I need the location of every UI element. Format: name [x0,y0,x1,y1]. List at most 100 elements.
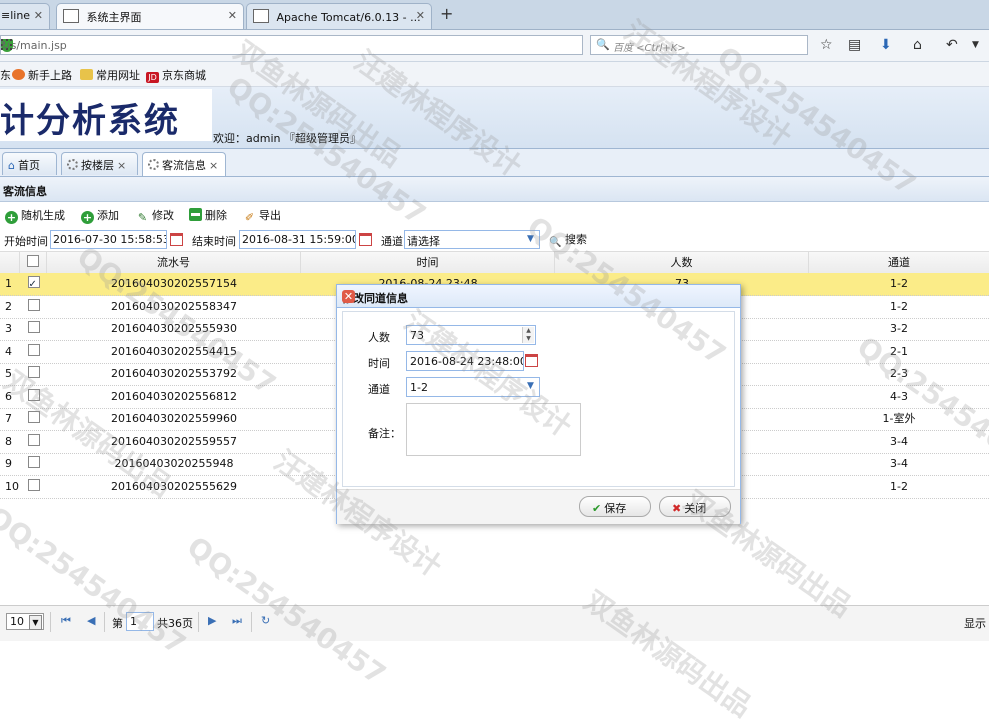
channel-select[interactable]: 1-2 ▼ [406,377,540,397]
time-input[interactable]: 2016-08-24 23:48:00 [406,351,524,371]
row-select-checkbox[interactable] [27,298,40,311]
channel-value: 1-2 [410,381,428,394]
app-tabs: ⌂ 首页 按楼层 × 客流信息 × [0,149,989,177]
start-time-input[interactable]: 2016-07-30 15:58:53 [50,230,167,249]
export-button[interactable]: ✐ 导出 [243,207,281,224]
address-bar[interactable]: fss/main.jsp ↻ [0,35,583,55]
divider [50,612,51,632]
reload-icon[interactable]: ↻ [1,39,10,52]
close-icon[interactable]: ✕ [342,290,355,303]
chevron-down-icon[interactable]: ▼ [523,379,538,394]
header-time[interactable]: 时间 [301,252,555,274]
home-icon[interactable]: ⌂ [913,37,922,53]
bookmark-newbie[interactable]: 新手上路 [12,67,72,83]
panel-header: 客流信息 [0,177,989,202]
browser-tab-2[interactable]: 系统主界面 ✕ [56,3,244,29]
row-checkbox[interactable] [20,363,47,385]
chevron-down-icon[interactable]: ▼ [29,615,42,630]
header-people[interactable]: 人数 [555,252,809,274]
app-header: 计分析系统 欢迎：admin 『超级管理员』 [0,87,989,149]
row-checkbox[interactable] [20,476,47,498]
last-page-icon[interactable]: ⏭ [232,614,242,628]
spinner-icon[interactable]: ▲ ▼ [522,327,534,343]
channel-select[interactable]: 请选择 ▼ [404,230,540,249]
row-select-checkbox[interactable] [27,478,40,491]
page-number-input[interactable]: 1 [126,612,154,631]
row-checkbox[interactable] [20,408,47,430]
bookmark-prefix[interactable]: 东 [0,67,11,83]
row-checkbox[interactable] [20,296,47,318]
browser-tab-3[interactable]: Apache Tomcat/6.0.13 - ... ✕ [246,3,432,29]
random-generate-button[interactable]: + 随机生成 [5,207,65,224]
tab-home[interactable]: ⌂ 首页 [2,152,57,175]
close-icon[interactable]: × [209,159,218,172]
row-checkbox[interactable] [20,318,47,340]
row-select-checkbox[interactable] [27,321,40,333]
chevron-down-icon[interactable]: ▼ [972,40,979,50]
cross-icon: ✖ [672,502,682,515]
row-checkbox[interactable] [20,453,47,475]
end-time-input[interactable]: 2016-08-31 15:59:00 [239,230,356,249]
search-input[interactable]: 🔍 百度 <Ctrl+K> [590,35,808,55]
close-icon[interactable]: ✕ [34,9,43,22]
refresh-icon[interactable]: ↻ [261,614,270,627]
browser-nav-bar: fss/main.jsp ↻ 🔍 百度 <Ctrl+K> ☆ ▤ ⬇ ⌂ ↶ ▼ [0,30,989,62]
bookmark-common[interactable]: 常用网址 [80,67,140,83]
new-tab-icon[interactable]: + [440,4,453,23]
bookmarks-bar: 东 新手上路 常用网址 JD 京东商城 [0,62,989,87]
search-button[interactable]: 🔍 搜索 [549,231,587,249]
calendar-icon[interactable] [168,230,184,247]
header-checkbox[interactable] [20,252,47,274]
page-size-select[interactable]: 10 ▼ [6,613,44,630]
close-icon[interactable]: ✕ [228,9,237,22]
row-checkbox[interactable] [20,386,47,408]
tab-by-floor[interactable]: 按楼层 × [61,152,138,175]
start-time-label: 开始时间 [4,235,48,248]
reading-list-icon[interactable]: ▤ [848,37,861,53]
add-button[interactable]: + 添加 [81,207,119,224]
pencil-icon: ✎ [137,211,148,224]
row-select-checkbox[interactable] [27,433,40,446]
row-select-checkbox[interactable] [27,456,40,468]
delete-button[interactable]: 删除 [189,207,227,223]
download-icon[interactable]: ⬇ [880,37,892,53]
row-select-checkbox[interactable] [27,388,40,401]
calendar-icon[interactable] [523,351,539,368]
row-checkbox[interactable] [20,273,47,295]
button-label: 导出 [259,209,281,222]
row-number: 1 [5,277,12,290]
divider [251,612,252,632]
calendar-icon[interactable] [357,230,373,247]
row-checkbox[interactable] [20,341,47,363]
browser-tab-1[interactable]: ≡line ✕ [0,3,50,29]
row-select-checkbox[interactable] [27,343,40,356]
people-stepper[interactable]: 73 ▲ ▼ [406,325,536,345]
serial-cell: 20160403020255948 [114,457,234,470]
header-serial[interactable]: 流水号 [47,252,301,274]
row-select-checkbox[interactable] [27,274,40,295]
star-icon[interactable]: ☆ [820,37,833,53]
close-button[interactable]: ✖ 关闭 [659,496,731,517]
channel-cell: 2-3 [890,367,908,380]
tab-visitor-info[interactable]: 客流信息 × [142,152,226,176]
row-checkbox[interactable] [20,431,47,453]
row-number: 10 [5,479,19,493]
select-all-checkbox[interactable] [27,255,39,267]
channel-label: 通道 [381,235,403,248]
row-number: 3 [5,322,12,335]
bookmark-jd[interactable]: JD 京东商城 [146,67,206,83]
first-page-icon[interactable]: ⏮ [61,614,71,628]
edit-button[interactable]: ✎ 修改 [136,207,174,224]
chevron-down-icon[interactable]: ▼ [523,232,538,247]
close-icon[interactable]: × [117,159,126,172]
next-page-icon[interactable]: ▶ [208,614,216,627]
close-icon[interactable]: ✕ [416,9,425,22]
display-info: 显示 [964,617,986,630]
remark-textarea[interactable] [406,403,581,456]
save-button[interactable]: ✔ 保存 [579,496,651,517]
header-channel[interactable]: 通道 [809,252,989,274]
prev-page-icon[interactable]: ◀ [87,614,95,627]
row-select-checkbox[interactable] [27,366,40,378]
back-arrow-icon[interactable]: ↶ [946,37,958,53]
row-select-checkbox[interactable] [27,411,40,423]
